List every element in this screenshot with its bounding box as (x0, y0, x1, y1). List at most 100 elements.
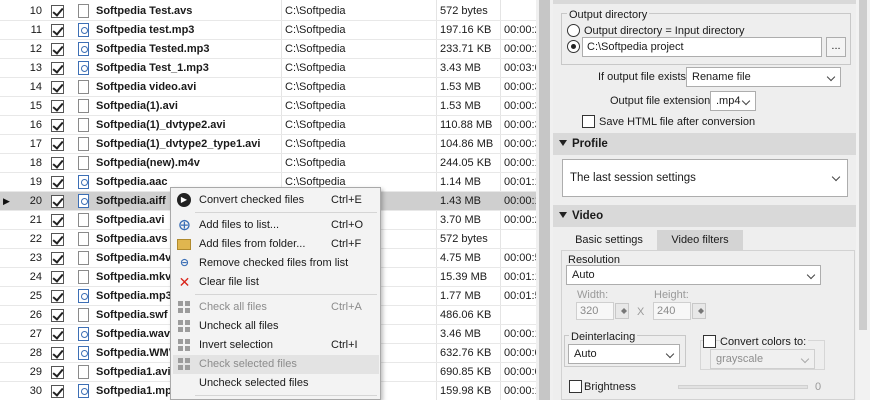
row-checkbox[interactable] (51, 5, 64, 18)
media-file-icon (78, 384, 89, 398)
row-checkbox[interactable] (51, 347, 64, 360)
video-section-header[interactable]: Video (553, 205, 856, 227)
file-size: 3.46 MB (440, 328, 481, 340)
table-row[interactable]: 14 Softpedia video.avi C:\Softpedia 1.53 MB… (0, 78, 536, 97)
table-row[interactable]: 18 Softpedia(new).m4v C:\Softpedia 244.05 K… (0, 154, 536, 173)
save-html-checkbox[interactable] (582, 115, 595, 128)
menu-item-convert-checked-files[interactable]: ▶ Convert checked files Ctrl+E (173, 191, 379, 210)
table-row[interactable]: 15 Softpedia(1).avi C:\Softpedia 1.53 MB 00:… (0, 97, 536, 116)
output-extension-select[interactable]: .mp4 (710, 91, 756, 111)
profile-section-header[interactable]: Profile (553, 133, 856, 155)
table-row[interactable]: 10 Softpedia Test.avs C:\Softpedia 572 byte… (0, 2, 536, 21)
row-checkbox[interactable] (51, 176, 64, 189)
row-number: 17 (29, 138, 42, 150)
row-checkbox[interactable] (51, 214, 64, 227)
menu-item-remove-checked-files-from-list[interactable]: ⊖ Remove checked files from list (173, 254, 379, 273)
file-path: C:\Softpedia (285, 24, 346, 36)
file-size: 486.06 KB (440, 309, 492, 321)
media-file-icon (78, 346, 89, 360)
menu-item-invert-selection[interactable]: Invert selection Ctrl+I (173, 336, 379, 355)
menu-item-shortcut: Ctrl+E (331, 194, 362, 206)
file-size: 3.43 MB (440, 62, 481, 74)
row-number: 18 (29, 157, 42, 169)
width-spinner[interactable] (615, 303, 629, 319)
tab-basic-settings[interactable]: Basic settings (568, 230, 650, 250)
file-size: 1.53 MB (440, 100, 481, 112)
row-checkbox[interactable] (51, 62, 64, 75)
row-checkbox[interactable] (51, 100, 64, 113)
radio-output-same-as-input[interactable] (567, 24, 580, 37)
profile-select[interactable]: The last session settings (562, 159, 848, 197)
brightness-checkbox[interactable] (569, 380, 582, 393)
row-checkbox[interactable] (51, 366, 64, 379)
table-row[interactable]: 17 Softpedia(1)_dvtype2_type1.avi C:\Softp… (0, 135, 536, 154)
row-checkbox[interactable] (51, 233, 64, 246)
height-input[interactable]: 240 (653, 302, 691, 320)
table-row[interactable]: 12 Softpedia Tested.mp3 C:\Softpedia 233.71… (0, 40, 536, 59)
resolution-select[interactable]: Auto (566, 265, 821, 285)
row-number: 28 (29, 347, 42, 359)
brightness-slider[interactable] (678, 385, 808, 389)
media-file-icon (78, 194, 89, 208)
row-number: 22 (29, 233, 42, 245)
file-size: 1.43 MB (440, 195, 481, 207)
row-number: 23 (29, 252, 42, 264)
play-circle-icon: ▶ (177, 193, 192, 208)
deinterlacing-select[interactable]: Auto (568, 344, 680, 364)
file-duration: 00:00:2 (504, 24, 536, 36)
if-exists-select[interactable]: Rename file (686, 67, 841, 87)
convert-colors-checkbox[interactable] (703, 335, 716, 348)
menu-item-shortcut: Ctrl+F (331, 238, 362, 250)
file-name: Softpedia(new).m4v (96, 157, 200, 169)
menu-item-label: Uncheck all files (199, 320, 279, 332)
menu-item-label: Invert selection (199, 339, 273, 351)
file-list-scrollbar[interactable] (536, 0, 553, 400)
menu-item-add-files-from-folder[interactable]: Add files from folder... Ctrl+F (173, 235, 379, 254)
row-checkbox[interactable] (51, 81, 64, 94)
menu-item-check-selected-files[interactable]: Check selected files (173, 355, 379, 374)
row-checkbox[interactable] (51, 119, 64, 132)
row-pointer-icon: ▶ (3, 196, 10, 206)
height-label: Height: (654, 289, 689, 301)
row-number: 27 (29, 328, 42, 340)
menu-separator (195, 294, 377, 295)
document-file-icon (78, 80, 89, 94)
output-path-input[interactable]: C:\Softpedia project (582, 37, 822, 57)
table-row[interactable]: 16 Softpedia(1)_dvtype2.avi C:\Softpedia 11… (0, 116, 536, 135)
settings-scrollbar[interactable] (856, 0, 870, 400)
menu-item-check-all-files[interactable]: Check all files Ctrl+A (173, 298, 379, 317)
row-checkbox[interactable] (51, 290, 64, 303)
row-checkbox[interactable] (51, 328, 64, 341)
menu-item-uncheck-all-files[interactable]: Uncheck all files (173, 317, 379, 336)
invert-icon (177, 338, 192, 353)
output-extension-value: .mp4 (716, 95, 741, 107)
row-checkbox[interactable] (51, 157, 64, 170)
document-file-icon (78, 4, 89, 18)
row-checkbox[interactable] (51, 385, 64, 398)
scrollbar-thumb[interactable] (539, 0, 550, 400)
table-row[interactable]: 11 Softpedia test.mp3 C:\Softpedia 197.16 K… (0, 21, 536, 40)
height-spinner[interactable] (692, 303, 706, 319)
tab-video-filters[interactable]: Video filters (657, 230, 743, 250)
row-number: 29 (29, 366, 42, 378)
row-checkbox[interactable] (51, 252, 64, 265)
menu-item-clear-file-list[interactable]: ✕ Clear file list (173, 273, 379, 292)
row-checkbox[interactable] (51, 24, 64, 37)
settings-scrollbar-thumb[interactable] (859, 0, 867, 330)
row-checkbox[interactable] (51, 271, 64, 284)
menu-item-uncheck-selected-files[interactable]: Uncheck selected files (173, 374, 379, 393)
width-input[interactable]: 320 (576, 302, 614, 320)
row-checkbox[interactable] (51, 138, 64, 151)
row-checkbox[interactable] (51, 195, 64, 208)
convert-colors-value: grayscale (716, 353, 764, 365)
convert-colors-select[interactable]: grayscale (710, 349, 815, 369)
media-file-icon (78, 175, 89, 189)
file-path: C:\Softpedia (285, 100, 346, 112)
browse-button[interactable]: ... (826, 37, 846, 57)
table-row[interactable]: 13 Softpedia Test_1.mp3 C:\Softpedia 3.43 M… (0, 59, 536, 78)
row-number: 30 (29, 385, 42, 397)
row-checkbox[interactable] (51, 309, 64, 322)
menu-item-add-files-to-list[interactable]: ⨁ Add files to list... Ctrl+O (173, 216, 379, 235)
radio-custom-output-dir[interactable] (567, 40, 580, 53)
row-checkbox[interactable] (51, 43, 64, 56)
